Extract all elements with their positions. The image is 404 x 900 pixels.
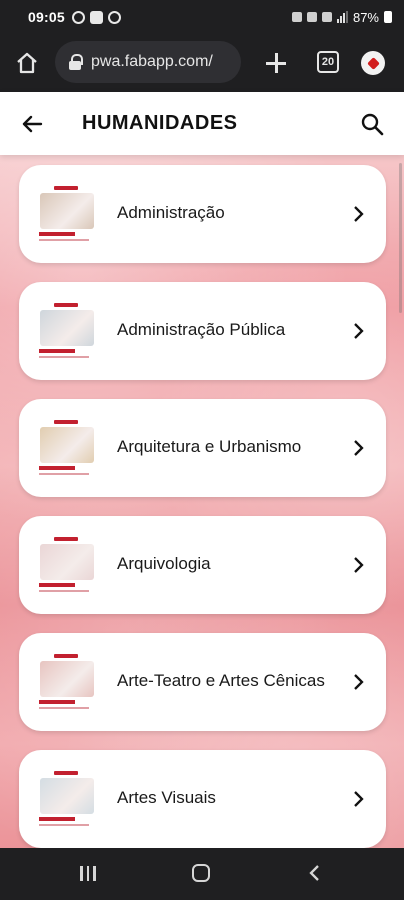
course-thumbnail (36, 533, 98, 597)
app-header: HUMANIDADES (0, 92, 404, 155)
course-label: Administração Pública (117, 320, 286, 339)
mute-icon (306, 12, 317, 22)
course-label: Arquivologia (117, 554, 211, 573)
address-bar[interactable]: pwa.fabapp.com/ (55, 41, 241, 83)
chevron-right-icon (349, 556, 367, 574)
url-text: pwa.fabapp.com/ (91, 53, 213, 70)
new-tab-button[interactable] (264, 51, 288, 75)
course-label: Administração (117, 203, 225, 222)
whatsapp-notification-icon (107, 10, 121, 24)
browser-toolbar: pwa.fabapp.com/ 20 (0, 34, 404, 92)
profile-icon[interactable] (361, 51, 385, 75)
tab-switcher-button[interactable]: 20 (317, 51, 339, 73)
course-card-artes-visuais[interactable]: Artes Visuais (19, 750, 386, 848)
status-time: 09:05 (28, 9, 65, 25)
course-thumbnail (36, 650, 98, 714)
course-thumbnail (36, 182, 98, 246)
chevron-right-icon (349, 205, 367, 223)
course-card-arte-teatro[interactable]: Arte-Teatro e Artes Cênicas (19, 633, 386, 731)
battery-icon (384, 11, 392, 23)
home-icon[interactable] (13, 49, 41, 77)
status-bar: 09:05 87% (0, 0, 404, 34)
chevron-right-icon (349, 439, 367, 457)
chevron-right-icon (349, 790, 367, 808)
alarm-icon (291, 12, 302, 22)
course-list[interactable]: Administração Administração Pública Arqu… (0, 155, 404, 848)
signal-icon (336, 11, 348, 23)
chevron-right-icon (349, 673, 367, 691)
back-arrow-icon[interactable] (20, 112, 44, 136)
system-nav-bar (0, 848, 404, 900)
search-icon[interactable] (360, 112, 384, 136)
app-notification-icon (89, 10, 103, 24)
course-label: Arquitetura e Urbanismo (117, 437, 302, 456)
scrollbar[interactable] (399, 163, 402, 313)
course-card-arquivologia[interactable]: Arquivologia (19, 516, 386, 614)
lock-icon (69, 54, 83, 70)
page-title: HUMANIDADES (82, 112, 238, 134)
recent-apps-icon[interactable] (80, 866, 97, 881)
course-label: Arte-Teatro e Artes Cênicas (117, 671, 325, 690)
course-thumbnail (36, 416, 98, 480)
chevron-right-icon (349, 322, 367, 340)
course-thumbnail (36, 299, 98, 363)
back-icon[interactable] (307, 864, 321, 882)
course-card-arquitetura-e-urbanismo[interactable]: Arquitetura e Urbanismo (19, 399, 386, 497)
whatsapp-notification-icon (71, 10, 85, 24)
course-card-administracao-publica[interactable]: Administração Pública (19, 282, 386, 380)
battery-percent: 87% (352, 9, 379, 25)
wifi-icon (321, 12, 332, 22)
course-thumbnail (36, 767, 98, 831)
course-label: Artes Visuais (117, 788, 216, 807)
course-card-administracao[interactable]: Administração (19, 165, 386, 263)
home-button-icon[interactable] (192, 864, 210, 882)
